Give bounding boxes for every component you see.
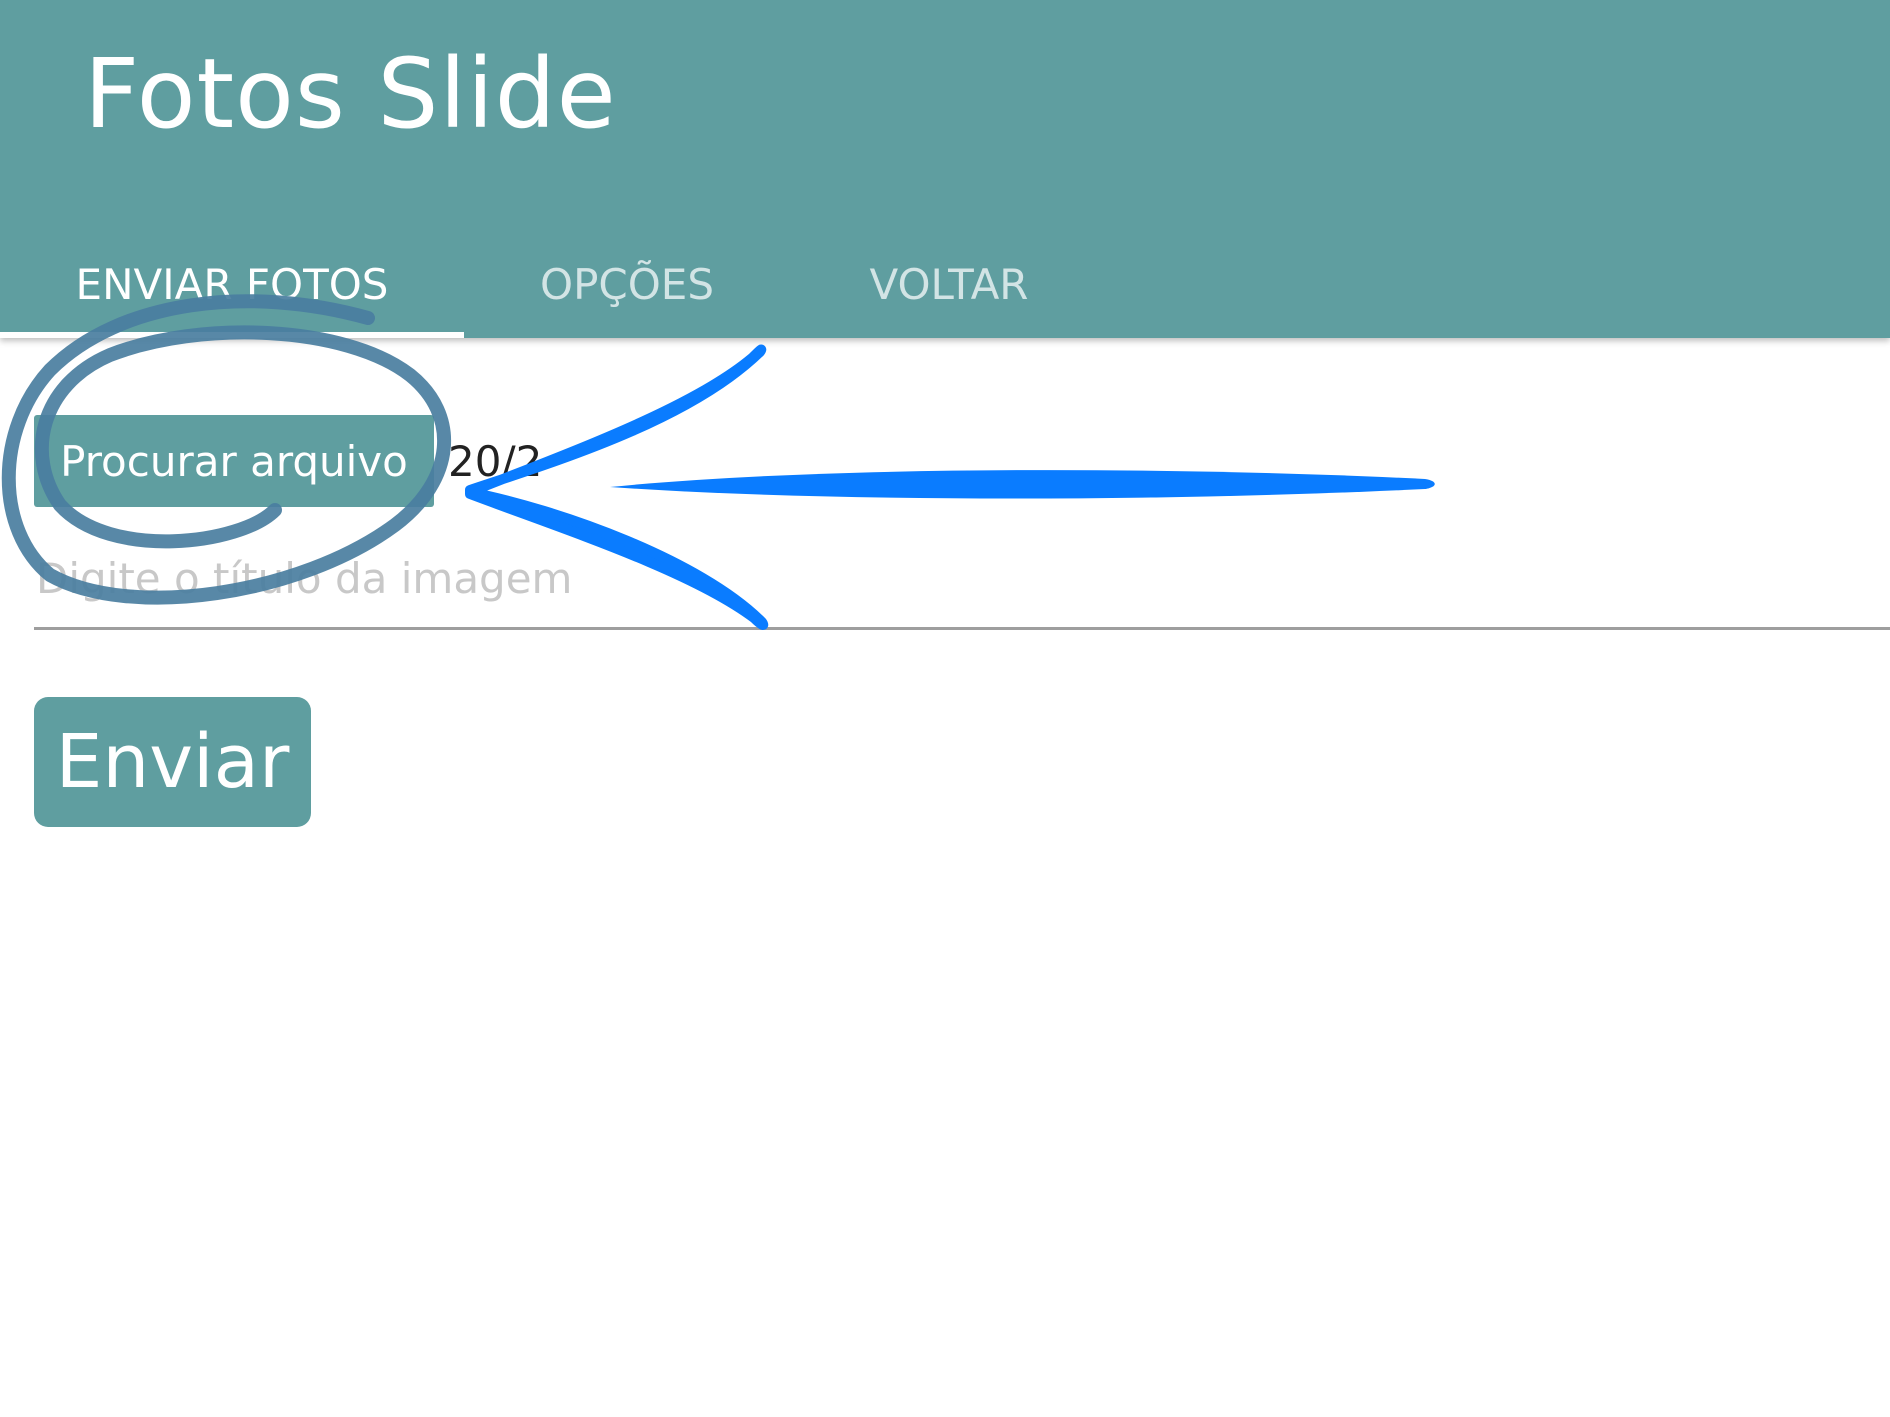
app-header: Fotos Slide ENVIAR FOTOS OPÇÕES VOLTAR [0,0,1890,338]
tab-label: OPÇÕES [540,259,714,309]
browse-file-button[interactable]: Procurar arquivo [34,415,434,507]
tab-bar: ENVIAR FOTOS OPÇÕES VOLTAR [0,230,1890,338]
arrow-shaft [610,470,1435,499]
tab-voltar[interactable]: VOLTAR [790,230,1108,338]
image-title-input[interactable] [34,530,1890,630]
tab-label: VOLTAR [869,259,1029,309]
file-upload-row: Procurar arquivo 20/2 [34,415,542,507]
active-tab-indicator [0,332,464,338]
app-title: Fotos Slide [84,38,617,150]
tab-opcoes[interactable]: OPÇÕES [464,230,790,338]
page: Fotos Slide ENVIAR FOTOS OPÇÕES VOLTAR P… [0,0,1890,1417]
selected-file-name: 20/2 [448,436,543,486]
tab-enviar-fotos[interactable]: ENVIAR FOTOS [0,230,464,338]
tab-label: ENVIAR FOTOS [75,259,389,309]
send-button[interactable]: Enviar [34,697,311,827]
